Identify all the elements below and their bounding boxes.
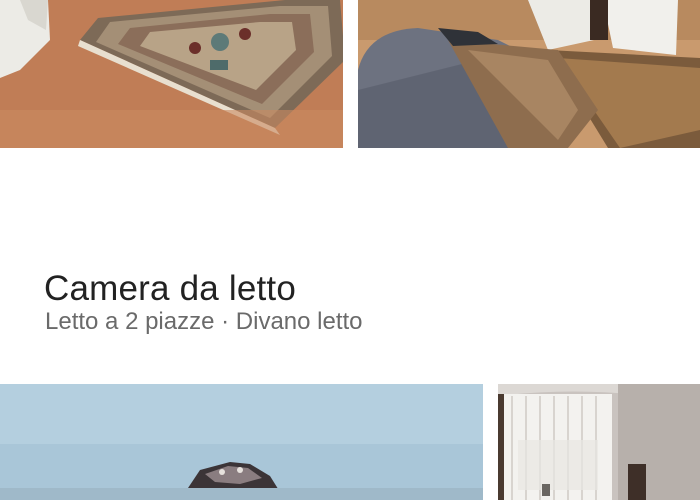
photo-window[interactable] [498,384,700,500]
photo-rug[interactable] [0,0,343,148]
sofa-photo-image [358,0,700,148]
photo-sofa[interactable] [358,0,700,148]
rug-photo-image [0,0,343,148]
listing-room-section: Camera da letto Letto a 2 piazze · Divan… [0,0,700,500]
room-beds-summary: Letto a 2 piazze · Divano letto [45,308,363,335]
window-photo-image [498,384,700,500]
photo-bed[interactable] [0,384,483,500]
room-title: Camera da letto [44,269,297,309]
bed-photo-image [0,384,483,500]
